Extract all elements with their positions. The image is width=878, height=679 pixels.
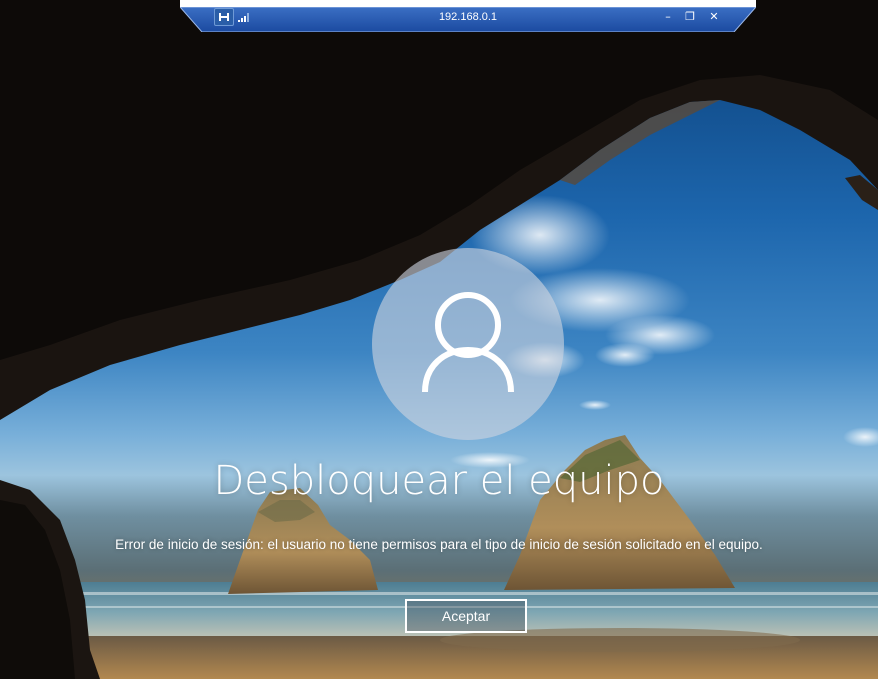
- restore-button[interactable]: ❐: [682, 9, 698, 25]
- minimize-button[interactable]: –: [660, 9, 676, 25]
- error-message: Error de inicio de sesión: el usuario no…: [115, 537, 763, 552]
- user-icon: [422, 292, 514, 393]
- lock-screen: 192.168.0.1 – ❐ ✕ Desbloquear el equipo …: [0, 0, 878, 679]
- remote-desktop-connection-bar: 192.168.0.1 – ❐ ✕: [180, 0, 756, 32]
- page-title: Desbloquear el equipo: [213, 458, 665, 504]
- avatar: [372, 248, 564, 440]
- close-button[interactable]: ✕: [706, 9, 722, 25]
- accept-button[interactable]: Aceptar: [405, 599, 527, 633]
